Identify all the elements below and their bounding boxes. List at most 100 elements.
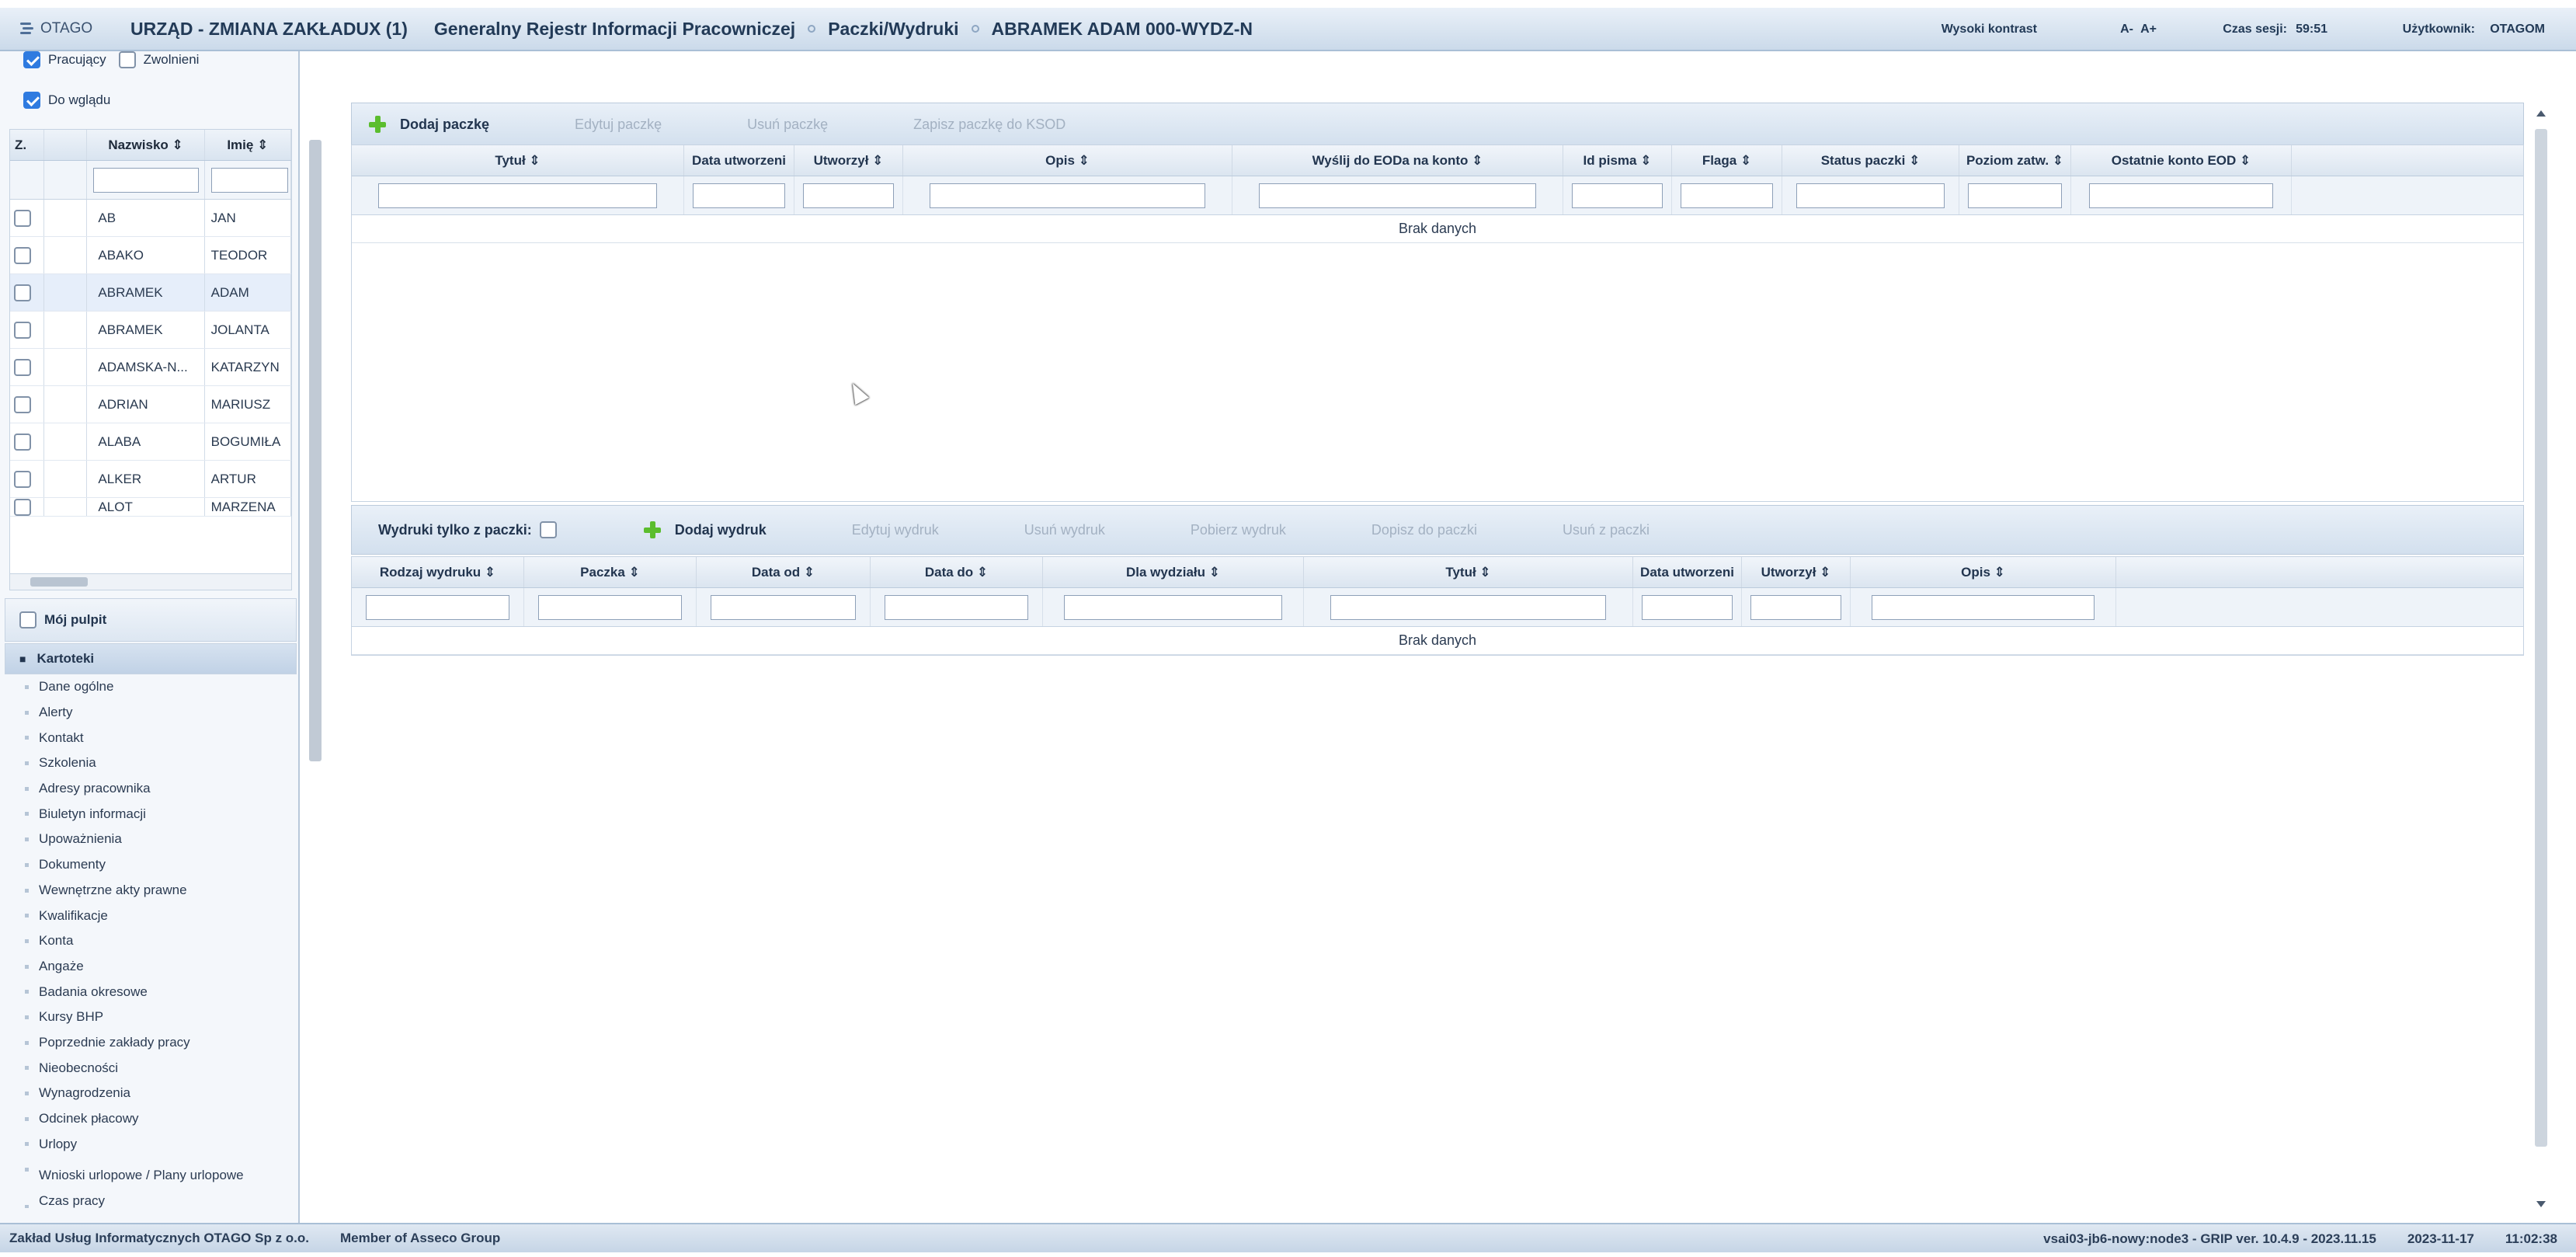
- printout-created-by-filter-input[interactable]: [1750, 594, 1841, 620]
- add-printout-button[interactable]: Dodaj wydruk: [642, 520, 767, 540]
- breadcrumb-item-grip[interactable]: Generalny Rejestr Informacji Pracownicze…: [434, 19, 795, 40]
- col-printout-created-by[interactable]: Utworzył ⇕: [1742, 557, 1851, 587]
- files-section-header[interactable]: ■ Kartoteki: [5, 643, 297, 674]
- table-row-selected[interactable]: ABRAMEK ADAM: [10, 274, 291, 312]
- menu-item[interactable]: Wynagrodzenia: [16, 1081, 295, 1106]
- col-printout-created-date[interactable]: Data utworzeni: [1633, 557, 1742, 587]
- menu-item[interactable]: Odcinek płacowy: [16, 1106, 295, 1132]
- table-row[interactable]: ALKER ARTUR: [10, 461, 291, 498]
- table-row[interactable]: AB JAN: [10, 200, 291, 237]
- menu-item[interactable]: Badania okresowe: [16, 979, 295, 1005]
- col-approval-level[interactable]: Poziom zatw. ⇕: [1959, 145, 2071, 176]
- user-name[interactable]: OTAGOM: [2490, 23, 2545, 37]
- menu-item[interactable]: Biuletyn informacji: [16, 801, 295, 827]
- col-send-to-eod[interactable]: Wyślij do EODa na konto ⇕: [1232, 145, 1563, 176]
- filter-working[interactable]: Pracujący Zwolnieni: [23, 51, 199, 68]
- date-to-filter-input[interactable]: [884, 594, 1029, 620]
- menu-item[interactable]: Upoważnienia: [16, 827, 295, 852]
- col-package[interactable]: Paczka ⇕: [524, 557, 697, 587]
- scroll-thumb[interactable]: [30, 577, 88, 587]
- title-filter-input[interactable]: [378, 183, 657, 208]
- printout-title-filter-input[interactable]: [1330, 594, 1607, 620]
- printout-type-filter-input[interactable]: [365, 594, 510, 620]
- only-from-package-checkbox[interactable]: [539, 521, 557, 538]
- col-surname[interactable]: Nazwisko ⇕: [87, 130, 205, 160]
- scroll-up-icon[interactable]: [2536, 110, 2546, 117]
- row-checkbox[interactable]: [14, 209, 32, 227]
- col-title[interactable]: Tytuł ⇕: [352, 145, 684, 176]
- font-increase-button[interactable]: A+: [2140, 23, 2157, 37]
- col-created-by[interactable]: Utworzył ⇕: [794, 145, 903, 176]
- menu-item[interactable]: Kontakt: [16, 725, 295, 750]
- row-checkbox[interactable]: [14, 321, 32, 339]
- document-id-filter-input[interactable]: [1572, 183, 1663, 208]
- last-eod-account-filter-input[interactable]: [2088, 183, 2274, 208]
- col-for-department[interactable]: Dla wydziału ⇕: [1043, 557, 1304, 587]
- left-panel-scrollbar[interactable]: [308, 140, 325, 1212]
- created-by-filter-input[interactable]: [803, 183, 894, 208]
- font-decrease-button[interactable]: A-: [2120, 23, 2133, 37]
- table-row[interactable]: ADAMSKA-N... KATARZYN: [10, 349, 291, 386]
- append-to-package-button[interactable]: Dopisz do paczki: [1371, 522, 1477, 538]
- name-filter-input[interactable]: [210, 167, 288, 193]
- col-name[interactable]: Imię ⇕: [205, 130, 291, 160]
- high-contrast-link[interactable]: Wysoki kontrast: [1942, 23, 2037, 37]
- my-desktop-section[interactable]: Mój pulpit: [5, 598, 297, 642]
- col-package-status[interactable]: Status paczki ⇕: [1782, 145, 1959, 176]
- scroll-thumb[interactable]: [309, 140, 322, 761]
- scroll-down-icon[interactable]: [2536, 1201, 2546, 1207]
- delete-printout-button[interactable]: Usuń wydruk: [1024, 522, 1105, 538]
- col-printout-type[interactable]: Rodzaj wydruku ⇕: [352, 557, 524, 587]
- menu-item[interactable]: Nieobecności: [16, 1055, 295, 1081]
- menu-item[interactable]: Poprzednie zakłady pracy: [16, 1030, 295, 1056]
- menu-item[interactable]: Konta: [16, 928, 295, 954]
- table-row[interactable]: ABAKO TEODOR: [10, 237, 291, 274]
- delete-package-button[interactable]: Usuń paczkę: [747, 117, 828, 133]
- table-row[interactable]: ALOT MARZENA: [10, 498, 291, 517]
- scroll-thumb[interactable]: [2535, 129, 2547, 1147]
- table-row[interactable]: ABRAMEK JOLANTA: [10, 312, 291, 349]
- row-checkbox[interactable]: [14, 358, 32, 376]
- col-date-to[interactable]: Data do ⇕: [871, 557, 1043, 587]
- filter-working-checkbox[interactable]: [23, 51, 40, 68]
- menu-item[interactable]: Kwalifikacje: [16, 903, 295, 928]
- col-z[interactable]: Z.: [10, 130, 44, 160]
- filter-dismissed-checkbox[interactable]: [118, 51, 136, 68]
- edit-package-button[interactable]: Edytuj paczkę: [575, 117, 662, 133]
- menu-item[interactable]: Dane ogólne: [16, 674, 295, 700]
- col-printout-description[interactable]: Opis ⇕: [1851, 557, 2116, 587]
- row-checkbox[interactable]: [14, 284, 32, 301]
- row-checkbox[interactable]: [14, 433, 32, 451]
- created-date-filter-input[interactable]: [693, 183, 785, 208]
- menu-item[interactable]: Wewnętrzne akty prawne: [16, 878, 295, 904]
- row-checkbox[interactable]: [14, 498, 32, 516]
- filter-review-checkbox[interactable]: [23, 92, 40, 109]
- menu-item[interactable]: Kursy BHP: [16, 1005, 295, 1030]
- col-flag[interactable]: Flaga ⇕: [1672, 145, 1782, 176]
- col-description[interactable]: Opis ⇕: [903, 145, 1232, 176]
- table-row[interactable]: ALABA BOGUMIŁA: [10, 423, 291, 461]
- flag-filter-input[interactable]: [1681, 183, 1773, 208]
- date-from-filter-input[interactable]: [710, 594, 857, 620]
- menu-item[interactable]: Adresy pracownika: [16, 776, 295, 802]
- menu-item[interactable]: Czas pracy: [16, 1194, 295, 1209]
- surname-filter-input[interactable]: [93, 167, 199, 193]
- download-printout-button[interactable]: Pobierz wydruk: [1191, 522, 1286, 538]
- menu-item[interactable]: Alerty: [16, 700, 295, 726]
- package-filter-input[interactable]: [537, 594, 683, 620]
- filter-review[interactable]: Do wglądu: [23, 92, 110, 109]
- employee-grid-hscrollbar[interactable]: [9, 573, 292, 590]
- for-department-filter-input[interactable]: [1063, 594, 1283, 620]
- col-date-from[interactable]: Data od ⇕: [697, 557, 871, 587]
- package-status-filter-input[interactable]: [1796, 183, 1945, 208]
- menu-item[interactable]: Urlopy: [16, 1131, 295, 1157]
- only-from-package-filter[interactable]: Wydruki tylko z paczki:: [378, 521, 565, 538]
- menu-item[interactable]: Wnioski urlopowe / Plany urlopowe: [16, 1157, 295, 1194]
- col-printout-title[interactable]: Tytuł ⇕: [1304, 557, 1633, 587]
- printout-description-filter-input[interactable]: [1872, 594, 2095, 620]
- description-filter-input[interactable]: [929, 183, 1206, 208]
- table-row[interactable]: ADRIAN MARIUSZ: [10, 386, 291, 423]
- menu-item[interactable]: Dokumenty: [16, 852, 295, 878]
- col-created-date[interactable]: Data utworzeni: [684, 145, 794, 176]
- app-logo[interactable]: OTAGO: [20, 20, 130, 37]
